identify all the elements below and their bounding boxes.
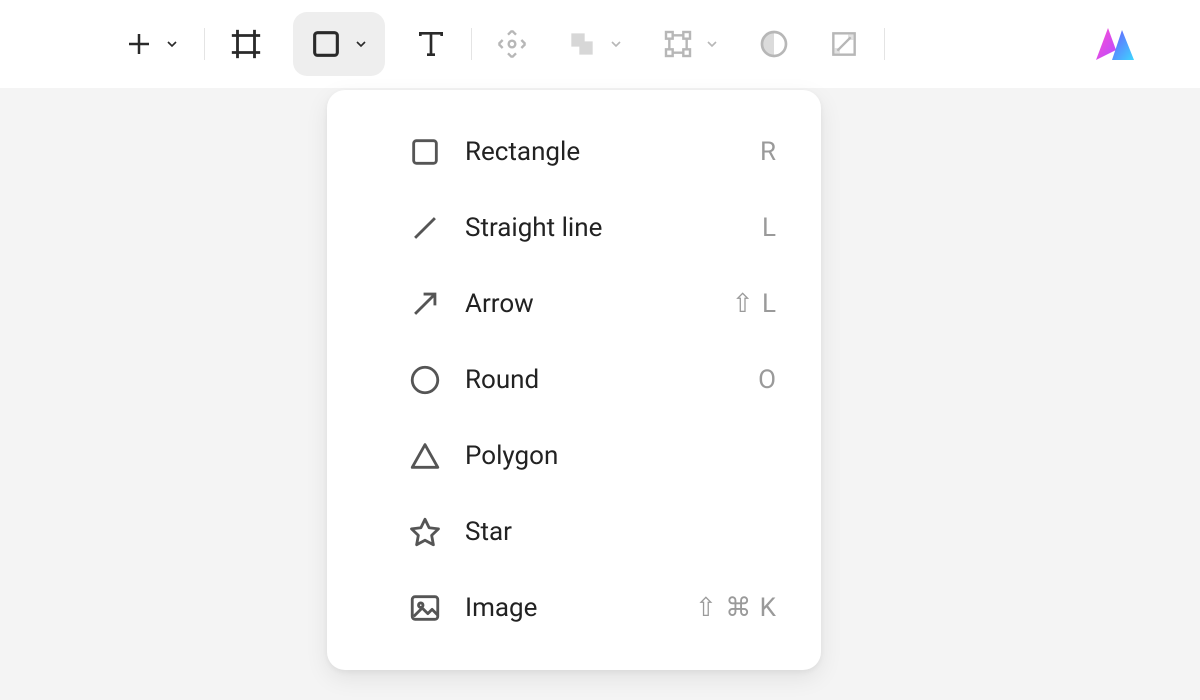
move-icon bbox=[496, 28, 528, 60]
star-icon bbox=[407, 514, 443, 550]
chevron-down-icon bbox=[704, 36, 720, 52]
menu-label: Rectangle bbox=[465, 137, 760, 167]
menu-item-rectangle[interactable]: Rectangle R bbox=[327, 114, 821, 190]
rectangle-icon bbox=[407, 134, 443, 170]
menu-shortcut: O bbox=[758, 365, 777, 395]
menu-shortcut: ⇧ ⌘ K bbox=[695, 593, 777, 623]
crop-icon bbox=[828, 28, 860, 60]
menu-shortcut: L bbox=[762, 213, 777, 243]
line-icon bbox=[407, 210, 443, 246]
rectangle-icon bbox=[309, 27, 343, 61]
menu-item-star[interactable]: Star bbox=[327, 494, 821, 570]
add-tool[interactable] bbox=[108, 12, 196, 76]
menu-label: Round bbox=[465, 365, 758, 395]
chevron-down-icon bbox=[164, 36, 180, 52]
nodes-icon bbox=[662, 28, 694, 60]
logo-icon bbox=[1090, 20, 1138, 68]
app-logo[interactable] bbox=[1088, 18, 1140, 70]
menu-item-round[interactable]: Round O bbox=[327, 342, 821, 418]
plus-icon bbox=[124, 29, 154, 59]
shape-tool[interactable] bbox=[293, 12, 385, 76]
menu-label: Star bbox=[465, 517, 777, 547]
separator bbox=[471, 28, 472, 60]
menu-item-image[interactable]: Image ⇧ ⌘ K bbox=[327, 570, 821, 646]
move-tool[interactable] bbox=[480, 12, 544, 76]
menu-label: Polygon bbox=[465, 441, 777, 471]
menu-shortcut: R bbox=[760, 137, 777, 167]
menu-shortcut: ⇧ L bbox=[732, 289, 777, 319]
boolean-tool[interactable] bbox=[550, 12, 640, 76]
mask-tool[interactable] bbox=[742, 12, 806, 76]
shape-dropdown: Rectangle R Straight line L Arrow ⇧ L Ro… bbox=[327, 90, 821, 670]
path-tool[interactable] bbox=[646, 12, 736, 76]
menu-label: Image bbox=[465, 593, 695, 623]
text-tool[interactable] bbox=[399, 12, 463, 76]
frame-tool[interactable] bbox=[213, 12, 279, 76]
image-icon bbox=[407, 590, 443, 626]
mask-icon bbox=[758, 28, 790, 60]
chevron-down-icon bbox=[353, 36, 369, 52]
chevron-down-icon bbox=[608, 36, 624, 52]
text-icon bbox=[415, 28, 447, 60]
separator bbox=[884, 28, 885, 60]
separator bbox=[204, 28, 205, 60]
triangle-icon bbox=[407, 438, 443, 474]
menu-item-arrow[interactable]: Arrow ⇧ L bbox=[327, 266, 821, 342]
menu-item-line[interactable]: Straight line L bbox=[327, 190, 821, 266]
union-icon bbox=[566, 28, 598, 60]
circle-icon bbox=[407, 362, 443, 398]
frame-icon bbox=[229, 27, 263, 61]
arrow-icon bbox=[407, 286, 443, 322]
menu-item-polygon[interactable]: Polygon bbox=[327, 418, 821, 494]
menu-label: Straight line bbox=[465, 213, 762, 243]
toolbar bbox=[0, 0, 1200, 88]
menu-label: Arrow bbox=[465, 289, 732, 319]
crop-tool[interactable] bbox=[812, 12, 876, 76]
